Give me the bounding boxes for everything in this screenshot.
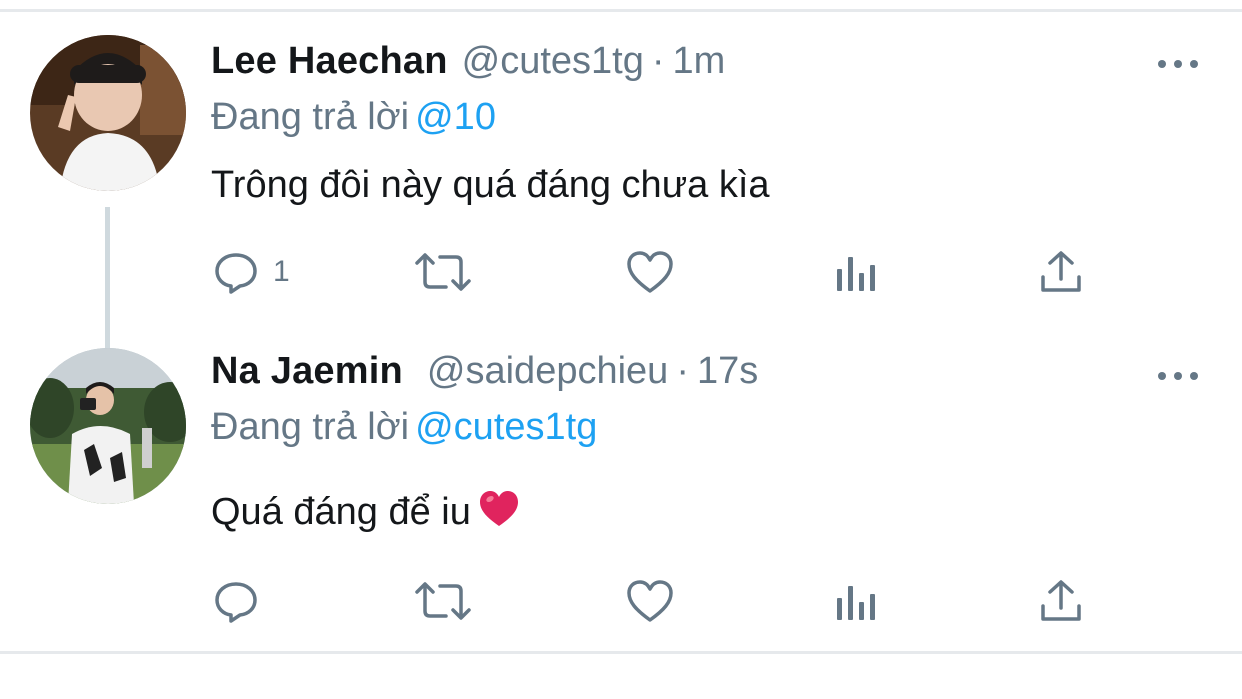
like-button[interactable] bbox=[626, 242, 674, 302]
heart-outline-icon bbox=[627, 580, 673, 622]
tweet-text-content: Trông đôi này quá đáng chưa kìa bbox=[211, 164, 770, 206]
tweet-actions: 1 bbox=[0, 242, 1242, 302]
more-dot bbox=[1158, 60, 1166, 68]
retweet-button[interactable] bbox=[414, 571, 472, 631]
tweet-header: Lee Haechan @cutes1tg · 1m bbox=[211, 40, 725, 90]
tweet-header: Na Jaemin @saidepchieu · 17s bbox=[211, 350, 758, 400]
tweet-text-content: Quá đáng để iu bbox=[211, 491, 471, 533]
user-handle[interactable]: @saidepchieu bbox=[427, 350, 668, 392]
separator-dot: · bbox=[651, 40, 665, 82]
replying-to: Đang trả lời @10 bbox=[211, 96, 496, 139]
more-dot bbox=[1190, 60, 1198, 68]
more-dot bbox=[1174, 372, 1182, 380]
bar-chart-icon bbox=[837, 586, 875, 620]
replying-to-label: Đang trả lời bbox=[211, 96, 410, 138]
user-handle[interactable]: @cutes1tg bbox=[462, 40, 644, 82]
share-button[interactable] bbox=[1038, 571, 1084, 631]
bottom-divider bbox=[0, 651, 1242, 654]
display-name[interactable]: Lee Haechan bbox=[211, 40, 448, 82]
tweet-text: Quá đáng để iu bbox=[211, 490, 519, 538]
like-button[interactable] bbox=[626, 571, 674, 631]
share-button[interactable] bbox=[1038, 242, 1084, 302]
heart-outline-icon bbox=[627, 251, 673, 293]
reply-mention-link[interactable]: @10 bbox=[415, 96, 496, 138]
analytics-button[interactable] bbox=[834, 571, 878, 631]
avatar[interactable] bbox=[30, 35, 186, 191]
more-dot bbox=[1190, 372, 1198, 380]
tweet-na-jaemin[interactable]: Na Jaemin @saidepchieu · 17s Đang trả lời @c… bbox=[0, 345, 1242, 651]
replying-to-label: Đang trả lời bbox=[211, 406, 410, 448]
retweet-icon bbox=[415, 253, 471, 291]
comment-bubble-icon bbox=[215, 253, 257, 294]
reply-button[interactable]: 1 bbox=[213, 242, 290, 302]
share-icon bbox=[1041, 580, 1081, 621]
display-name[interactable]: Na Jaemin bbox=[211, 350, 403, 392]
reply-mention-link[interactable]: @cutes1tg bbox=[415, 406, 597, 448]
analytics-button[interactable] bbox=[834, 242, 878, 302]
more-options-icon[interactable] bbox=[1158, 366, 1198, 386]
tweet-actions bbox=[0, 571, 1242, 631]
more-dot bbox=[1174, 60, 1182, 68]
separator-dot: · bbox=[676, 350, 689, 392]
retweet-icon bbox=[415, 582, 471, 620]
tweet-text: Trông đôi này quá đáng chưa kìa bbox=[211, 164, 770, 207]
more-dot bbox=[1158, 372, 1166, 380]
tweet-lee-haechan[interactable]: Lee Haechan @cutes1tg · 1m Đang trả lời @10 … bbox=[0, 12, 1242, 357]
replying-to: Đang trả lời @cutes1tg bbox=[211, 406, 597, 449]
red-heart-emoji bbox=[479, 490, 519, 538]
reply-button[interactable] bbox=[213, 571, 273, 631]
timestamp[interactable]: 17s bbox=[697, 350, 758, 392]
avatar[interactable] bbox=[30, 348, 186, 504]
share-icon bbox=[1041, 251, 1081, 292]
comment-bubble-icon bbox=[215, 582, 257, 623]
more-options-icon[interactable] bbox=[1158, 54, 1198, 74]
timestamp[interactable]: 1m bbox=[673, 40, 726, 82]
reply-count: 1 bbox=[273, 255, 290, 288]
bar-chart-icon bbox=[837, 257, 875, 291]
retweet-button[interactable] bbox=[414, 242, 472, 302]
